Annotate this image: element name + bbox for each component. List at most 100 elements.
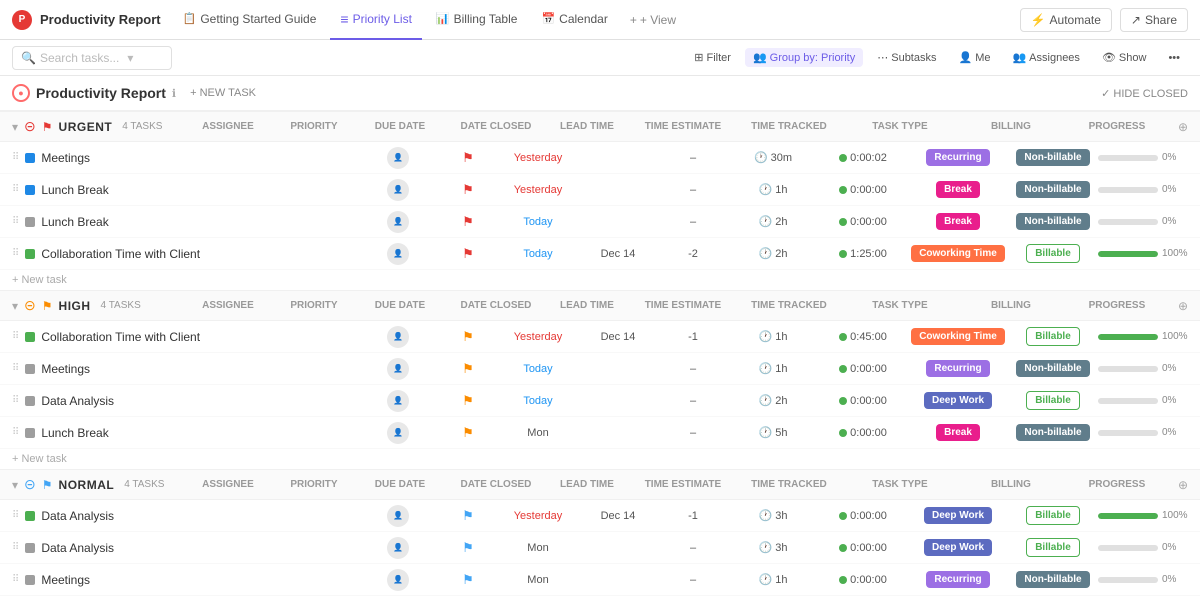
- drag-handle-icon: ⠿: [12, 216, 19, 227]
- table-row[interactable]: ⠿ Collaboration Time with Client 👤 ⚑ Tod…: [0, 238, 1200, 270]
- task-type-cell: Coworking Time: [908, 328, 1008, 345]
- more-options-button[interactable]: •••: [1160, 49, 1188, 67]
- time-tracked-cell: 0:00:02: [818, 152, 908, 164]
- group-by-button[interactable]: 👥 Group by: Priority: [745, 48, 863, 67]
- section-toggle-icon[interactable]: ▾: [12, 478, 18, 492]
- me-button[interactable]: 👤 Me: [950, 48, 998, 67]
- progress-bar: [1098, 513, 1158, 519]
- project-header: ● Productivity Report ℹ + NEW TASK ✓ HID…: [0, 76, 1200, 111]
- progress-cell: 0%: [1098, 574, 1188, 585]
- section-count: 4 TASKS: [122, 121, 162, 132]
- table-row[interactable]: ⠿ Lunch Break 👤 ⚑ Today – 🕐 2h 0:00:00: [0, 206, 1200, 238]
- search-box[interactable]: 🔍 Search tasks... ▾: [12, 46, 172, 70]
- subtasks-button[interactable]: ⋯ Subtasks: [869, 48, 944, 67]
- lead-time-cell: -1: [658, 331, 728, 343]
- table-row[interactable]: ⠿ Lunch Break 👤 ⚑ Mon – 🕐 5h 0:00:00: [0, 417, 1200, 449]
- lead-time-cell: –: [658, 216, 728, 228]
- add-col-icon[interactable]: ⊕: [1178, 299, 1188, 313]
- table-row[interactable]: ⠿ Meetings 👤 ⚑ Yesterday – 🕐 30m 0:00:02: [0, 142, 1200, 174]
- add-col-icon[interactable]: ⊕: [1178, 478, 1188, 492]
- tab-calendar[interactable]: 📅 Calendar: [531, 0, 617, 40]
- task-color-dot: [25, 364, 35, 374]
- table-row[interactable]: ⠿ Collaboration Time with Client 👤 ⚑ Yes…: [0, 321, 1200, 353]
- me-icon: 👤: [958, 51, 972, 64]
- billing-badge: Non-billable: [1016, 181, 1089, 198]
- assignee-cell: 👤: [358, 358, 438, 380]
- progress-text: 100%: [1162, 331, 1188, 342]
- table-row[interactable]: ⠿ Meetings 👤 ⚑ Mon – 🕐 1h 0:00:00 R: [0, 564, 1200, 596]
- table-row[interactable]: ⠿ Data Analysis 👤 ⚑ Mon – 🕐 3h 0:00:00: [0, 532, 1200, 564]
- progress-text: 100%: [1162, 248, 1188, 259]
- task-name-cell: ⠿ Collaboration Time with Client: [12, 247, 358, 261]
- avatar: 👤: [387, 147, 409, 169]
- assignee-col-hdr: ASSIGNEE: [188, 121, 268, 132]
- info-icon[interactable]: ℹ: [172, 87, 176, 100]
- task-type-col-hdr: TASK TYPE: [850, 300, 950, 311]
- task-type-cell: Recurring: [908, 571, 1008, 588]
- section-toggle-icon[interactable]: ▾: [12, 120, 18, 134]
- lead-time-cell: –: [658, 152, 728, 164]
- billing-badge: Billable: [1026, 538, 1080, 557]
- section-flag-icon: ⚑: [42, 299, 53, 313]
- priority-cell: ⚑: [438, 540, 498, 556]
- task-name: Collaboration Time with Client: [41, 247, 200, 261]
- share-button[interactable]: ↗ Share: [1120, 8, 1188, 32]
- new-task-row[interactable]: + New task: [0, 449, 1200, 469]
- due-date-cell: Today: [498, 395, 578, 407]
- priority-flag-icon: ⚑: [462, 425, 474, 441]
- task-type-cell: Break: [908, 424, 1008, 441]
- project-title: Productivity Report: [36, 85, 166, 101]
- priority-flag-icon: ⚑: [462, 361, 474, 377]
- progress-fill: [1098, 334, 1158, 340]
- getting-started-icon: 📋: [183, 12, 197, 25]
- time-tracked-cell: 0:45:00: [818, 331, 908, 343]
- task-type-badge: Deep Work: [924, 539, 992, 556]
- clock-icon: 🕐: [759, 573, 773, 586]
- task-name: Lunch Break: [41, 426, 108, 440]
- show-button[interactable]: 👁 Show: [1094, 48, 1155, 67]
- tab-billing-table[interactable]: 📊 Billing Table: [426, 0, 528, 40]
- table-row[interactable]: ⠿ Data Analysis 👤 ⚑ Yesterday Dec 14 -1 …: [0, 500, 1200, 532]
- section-count: 4 TASKS: [124, 479, 164, 490]
- new-task-row[interactable]: + New task: [0, 270, 1200, 290]
- table-row[interactable]: ⠿ Meetings 👤 ⚑ Today – 🕐 1h 0:00:00: [0, 353, 1200, 385]
- avatar: 👤: [387, 358, 409, 380]
- assignees-button[interactable]: 👥 Assignees: [1004, 48, 1087, 67]
- task-color-dot: [25, 428, 35, 438]
- task-color-dot: [25, 185, 35, 195]
- filter-button[interactable]: ⊞ Filter: [686, 48, 739, 67]
- tab-getting-started[interactable]: 📋 Getting Started Guide: [173, 0, 327, 40]
- billing-col-hdr: BILLING: [966, 121, 1056, 132]
- time-tracked-cell: 0:00:00: [818, 395, 908, 407]
- section-toggle-icon[interactable]: ▾: [12, 299, 18, 313]
- hide-closed-button[interactable]: ✓ HIDE CLOSED: [1101, 87, 1188, 100]
- table-row[interactable]: ⠿ Lunch Break 👤 ⚑ Yesterday – 🕐 1h 0:00:…: [0, 174, 1200, 206]
- priority-flag-icon: ⚑: [462, 214, 474, 230]
- time-tracked-col-hdr: TIME TRACKED: [744, 300, 834, 311]
- billing-cell: Billable: [1008, 506, 1098, 525]
- time-estimate-cell: 🕐 3h: [728, 509, 818, 522]
- progress-cell: 100%: [1098, 510, 1188, 521]
- add-view-btn[interactable]: + + View: [622, 13, 684, 27]
- table-row[interactable]: ⠿ Collaboration Time with Client 👤 ⚑ Mon…: [0, 596, 1200, 601]
- tab-priority-list[interactable]: ≡ Priority List: [330, 0, 422, 40]
- priority-cell: ⚑: [438, 214, 498, 230]
- add-col-icon[interactable]: ⊕: [1178, 120, 1188, 134]
- progress-bar: [1098, 155, 1158, 161]
- table-row[interactable]: ⠿ Data Analysis 👤 ⚑ Today – 🕐 2h 0:00:00: [0, 385, 1200, 417]
- billing-badge: Non-billable: [1016, 360, 1089, 377]
- billing-col-hdr: BILLING: [966, 300, 1056, 311]
- assignee-cell: 👤: [358, 422, 438, 444]
- time-tracked-cell: 0:00:00: [818, 542, 908, 554]
- due-date-col-hdr: DUE DATE: [360, 479, 440, 490]
- priority-flag-icon: ⚑: [462, 572, 474, 588]
- timer-dot: [839, 250, 847, 258]
- avatar: 👤: [387, 179, 409, 201]
- assignee-cell: 👤: [358, 243, 438, 265]
- progress-cell: 0%: [1098, 184, 1188, 195]
- due-date-cell: Today: [498, 363, 578, 375]
- top-nav: P Productivity Report 📋 Getting Started …: [0, 0, 1200, 40]
- automate-button[interactable]: ⚡ Automate: [1020, 8, 1112, 32]
- new-task-button[interactable]: + NEW TASK: [182, 85, 264, 101]
- progress-text: 0%: [1162, 184, 1176, 195]
